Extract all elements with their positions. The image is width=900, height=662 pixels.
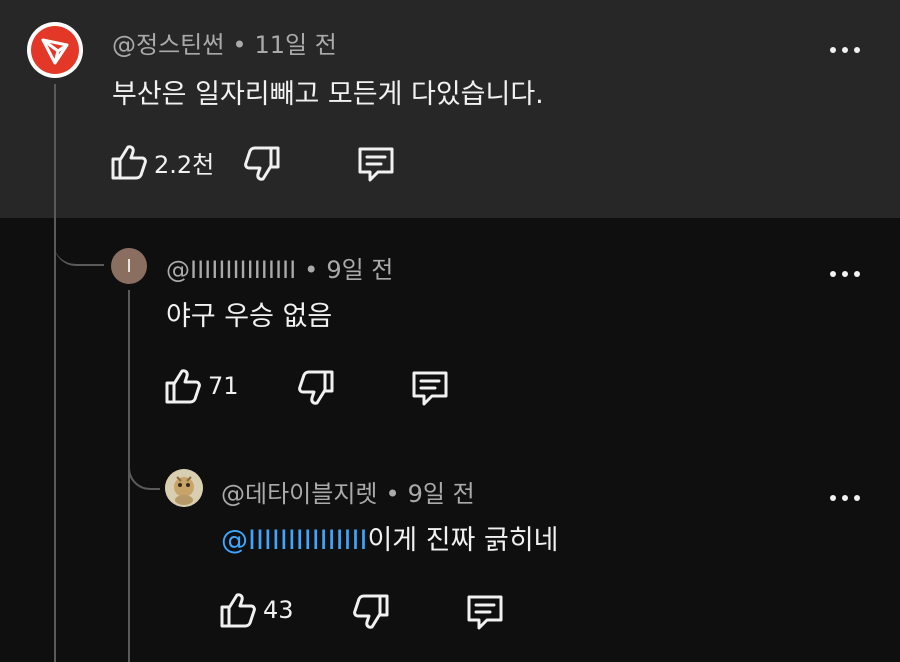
more-options-icon[interactable]: [830, 492, 860, 504]
meta-separator: •: [232, 31, 247, 59]
avatar[interactable]: [165, 469, 203, 507]
character-avatar-icon: [165, 469, 203, 507]
more-options-icon[interactable]: [830, 44, 860, 56]
dislike-button[interactable]: [243, 144, 281, 184]
thumbs-up-icon: [165, 369, 201, 404]
thumbs-down-icon: [298, 370, 334, 405]
like-count: 2.2천: [154, 150, 215, 179]
mention-link[interactable]: @IIIIIIIIIIIIIII: [221, 525, 367, 556]
reply-button[interactable]: [465, 592, 505, 632]
thumbs-up-icon: [111, 145, 147, 180]
like-count: 43: [263, 596, 294, 624]
comment-icon: [467, 595, 503, 630]
comment-icon: [412, 371, 448, 406]
avatar[interactable]: I: [111, 248, 147, 284]
dislike-button[interactable]: [297, 368, 335, 408]
avatar-letter: I: [126, 255, 132, 277]
meta-separator: •: [304, 256, 319, 284]
comment-meta: @데타이블지렛 • 9일 전: [221, 474, 475, 509]
comment-time[interactable]: 9일 전: [408, 480, 475, 508]
like-count: 71: [208, 372, 239, 400]
thread-line-main: [54, 84, 56, 662]
like-button[interactable]: 71: [164, 366, 239, 406]
thumbs-down-icon: [244, 146, 280, 181]
thread-connector-reply-2: [128, 440, 160, 490]
comment-text: @IIIIIIIIIIIIIII이게 진짜 긁히네: [221, 518, 559, 557]
comment-text: 부산은 일자리빼고 모든게 다있습니다.: [112, 79, 544, 110]
comment-author[interactable]: @데타이블지렛: [221, 480, 377, 508]
comment-time[interactable]: 11일 전: [254, 31, 336, 59]
dislike-button[interactable]: [352, 592, 390, 632]
like-button[interactable]: 2.2천: [110, 142, 214, 182]
comment-author[interactable]: @정스틴썬: [112, 31, 224, 59]
like-button[interactable]: 43: [219, 590, 294, 630]
reply-button[interactable]: [356, 144, 396, 184]
thumbs-down-icon: [353, 594, 389, 629]
tron-logo-icon: [31, 26, 79, 74]
comment-icon: [358, 147, 394, 182]
comment-text-body: 이게 진짜 긁히네: [367, 525, 559, 556]
comment-meta: @정스틴썬 • 11일 전: [112, 25, 337, 60]
avatar[interactable]: [27, 22, 83, 78]
comment-text: 야구 우승 없음: [166, 301, 333, 332]
more-options-icon[interactable]: [830, 268, 860, 280]
meta-separator: •: [385, 480, 400, 508]
comment-time[interactable]: 9일 전: [326, 256, 393, 284]
reply-button[interactable]: [410, 368, 450, 408]
thumbs-up-icon: [220, 593, 256, 628]
thread-connector-reply-1: [54, 218, 104, 266]
comment-author[interactable]: @IIIIIIIIIIIIIII: [166, 256, 296, 284]
comment-meta: @IIIIIIIIIIIIIII • 9일 전: [166, 250, 393, 285]
